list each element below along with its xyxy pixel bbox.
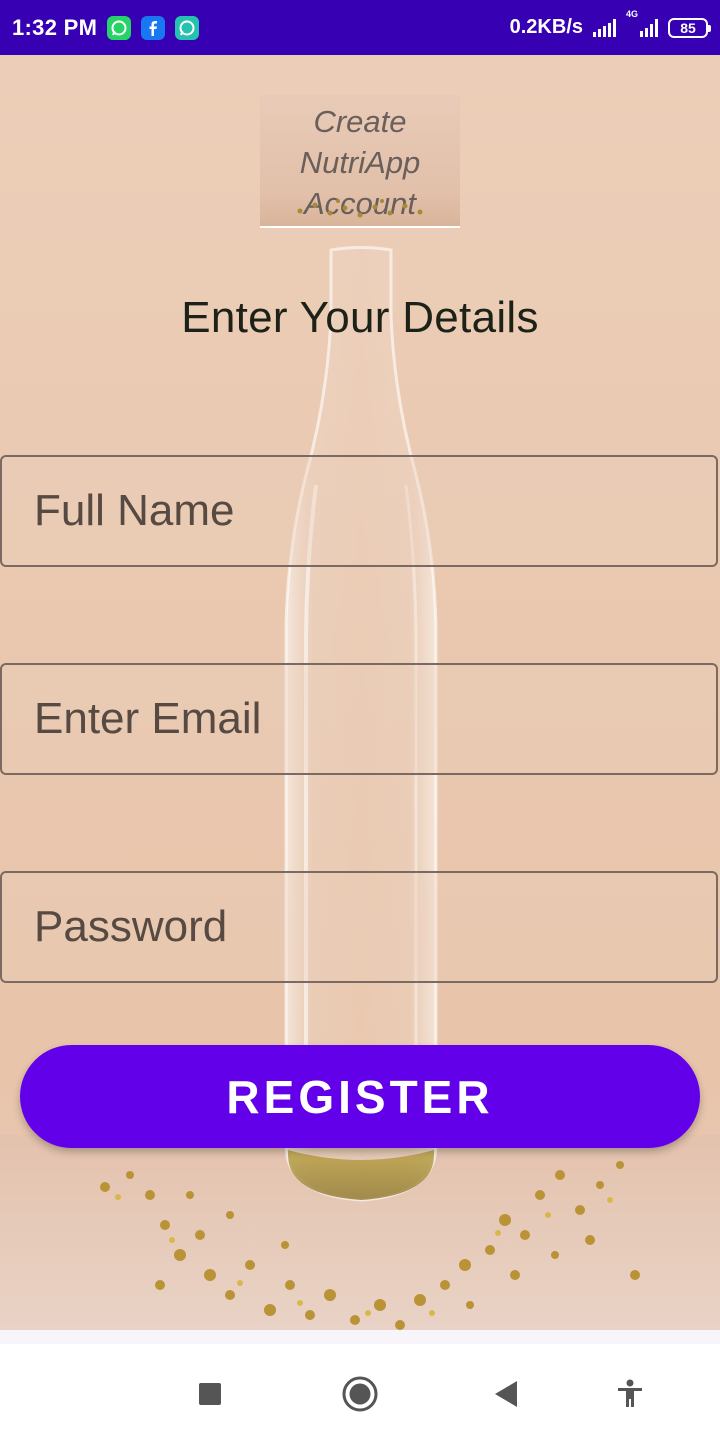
net-speed: 0.2KB/s — [509, 16, 583, 38]
register-screen: Create NutriApp Account Enter Your Detai… — [0, 55, 720, 1330]
back-icon[interactable] — [486, 1374, 526, 1414]
status-bar: 1:32 PM 0.2KB/s 4G 85 — [0, 0, 720, 55]
full-name-input[interactable] — [2, 457, 716, 565]
facebook-icon — [141, 15, 166, 40]
status-time: 1:32 PM — [12, 14, 98, 40]
logo-seeds-decoration — [297, 199, 423, 218]
email-field[interactable] — [0, 663, 718, 775]
recent-apps-icon[interactable] — [190, 1374, 230, 1414]
network-4g-icon: 4G — [626, 9, 658, 37]
password-input[interactable] — [2, 873, 716, 981]
battery-icon: 85 — [668, 17, 711, 38]
whatsapp-business-icon — [175, 15, 200, 40]
form-heading: Enter Your Details — [181, 293, 539, 342]
whatsapp-icon — [107, 15, 132, 40]
battery-level: 85 — [680, 19, 696, 36]
register-button[interactable]: REGISTER — [20, 1045, 700, 1148]
app-logo-banner: Create NutriApp Account — [260, 95, 460, 228]
background-seeds-image — [100, 1161, 640, 1330]
home-icon[interactable] — [340, 1374, 380, 1414]
signal-icon — [593, 18, 616, 37]
full-name-field[interactable] — [0, 455, 718, 567]
accessibility-icon[interactable] — [610, 1374, 650, 1414]
system-nav-bar — [0, 1330, 720, 1440]
network-type: 4G — [626, 8, 639, 19]
password-field[interactable] — [0, 871, 718, 983]
email-input[interactable] — [2, 665, 716, 773]
